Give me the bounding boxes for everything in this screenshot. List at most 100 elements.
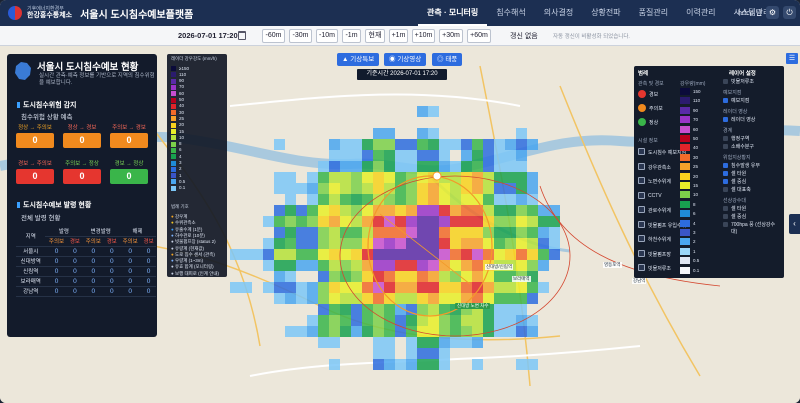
facility-icon [638,249,645,257]
step-minus-10m[interactable]: -10m [316,29,338,43]
radar-level-label: 2 [179,166,182,172]
table-row[interactable]: 신대방역 0 0 0 0 0 0 [16,256,156,267]
step-now[interactable]: 현재 [365,29,385,43]
radar-cell [439,227,450,238]
radar-cell [406,194,417,205]
radar-cell [351,139,362,150]
layer-checkbox[interactable] [723,163,728,168]
typhoon-button[interactable]: ◎ 태풍 [432,53,463,66]
settings-icon[interactable]: ⚙ [766,6,779,19]
step-minus-60m[interactable]: -60m [262,29,285,43]
radar-cell [340,205,351,216]
calendar-icon[interactable] [238,31,246,40]
risk-normal-to-watch[interactable]: 정상 → 주의보 0 [16,124,54,148]
row-count: 0 [82,276,105,287]
logout-icon[interactable]: ⏻ [783,6,796,19]
risk-watch-to-normal[interactable]: 주의보 → 정상 0 [63,160,101,184]
radar-cell [384,260,395,271]
layer-checkbox[interactable] [723,79,728,84]
rain-level-label: 90 [693,107,699,113]
table-row[interactable]: 서울시 0 0 0 0 0 0 [16,246,156,257]
row-count: 0 [104,256,120,267]
map-label[interactable]: 영등포역 [603,262,622,268]
layer-checkbox[interactable] [723,214,728,219]
radar-cell [362,183,373,194]
radar-cell [494,227,505,238]
layer-checkbox[interactable] [723,98,728,103]
radar-cell [461,238,472,249]
step-minus-1m[interactable]: -1m [342,29,361,43]
weather-alert-button[interactable]: ▲ 기상특보 [337,53,380,66]
row-region: 서울시 [16,246,46,257]
table-row[interactable]: 신림역 0 0 0 0 0 0 [16,266,156,277]
current-time[interactable]: 2026-07-01 17:20 [178,31,238,40]
radar-cell [395,271,406,282]
facility-label: 빗물저류조 [648,266,672,272]
step-minus-30m[interactable]: -30m [289,29,312,43]
radar-cell [527,260,538,271]
radar-level-label: 10 [179,134,185,140]
radar-cell [516,238,527,249]
step-plus-1m[interactable]: +1m [389,29,408,43]
risk-warning-to-normal[interactable]: 경보 → 정상 0 [110,160,148,184]
radar-level-swatch [171,84,176,90]
table-row[interactable]: 강남역 0 0 0 0 0 0 [16,286,156,297]
layer-checkbox[interactable] [723,222,728,227]
layer-checkbox[interactable] [723,187,728,192]
step-plus-60m[interactable]: +60m [467,29,491,43]
radar-cell [417,293,428,304]
radar-cell [406,282,417,293]
step-plus-10m[interactable]: +10m [412,29,435,43]
radar-cell [307,216,318,227]
radar-cell [373,238,384,249]
risk-watch-to-warning[interactable]: 주의보 → 경보 0 [110,124,148,148]
legend-title: 범례 [638,71,649,77]
radar-cell [384,150,395,161]
map-label[interactable]: 신대방 노변 차수 [455,303,491,309]
radar-cell [318,249,329,260]
nav-monitoring[interactable]: 관측 · 모니터링 [418,0,488,26]
layer-checkbox[interactable] [723,144,728,149]
table-row[interactable]: 보라매역 0 0 0 0 0 0 [16,276,156,287]
radar-cell [362,227,373,238]
radar-cell [329,205,340,216]
radar-cell [362,315,373,326]
map-label[interactable]: 강남역 [632,278,647,284]
radar-cell [307,282,318,293]
map-label[interactable]: 신대방/신림역 [485,264,514,270]
radar-cell [527,139,538,150]
layer-checkbox[interactable] [723,179,728,184]
radar-cell [274,205,285,216]
radar-cell [296,183,307,194]
radar-cell [329,238,340,249]
rain-level-swatch [680,106,690,114]
radar-cell [538,260,549,271]
nav-quality[interactable]: 품질관리 [630,0,677,26]
radar-cell [395,293,406,304]
radar-cell [461,337,472,348]
radar-cell [549,205,560,216]
radar-cell [538,282,549,293]
layer-checkbox[interactable] [723,206,728,211]
legend-symbol: ● 유출수계 (1분) [171,227,202,233]
layer-checkbox[interactable] [723,171,728,176]
radar-cell [296,249,307,260]
risk-normal-to-warning[interactable]: 정상 → 경보 0 [63,124,101,148]
step-plus-30m[interactable]: +30m [439,29,463,43]
collapse-panel-icon[interactable]: ‹ [789,214,800,234]
layers-icon[interactable]: ☰ [786,53,798,64]
nav-history[interactable]: 이력관리 [677,0,724,26]
weather-image-button[interactable]: ◉ 기상영상 [384,53,427,66]
radar-cell [483,194,494,205]
symbol-label: 유효 합계 (모니터링) [174,264,214,270]
layer-checkbox[interactable] [723,117,728,122]
risk-warning-to-watch[interactable]: 경보 → 주의보 0 [16,160,54,184]
radar-cell [285,282,296,293]
nav-dissemination[interactable]: 상황전파 [582,0,629,26]
map-label[interactable]: 보라매역 [512,276,531,282]
layer-checkbox[interactable] [723,136,728,141]
radar-cell [395,359,406,370]
nav-decision[interactable]: 의사결정 [535,0,582,26]
radar-level-swatch [171,66,176,71]
nav-flood-analysis[interactable]: 침수해석 [487,0,534,26]
